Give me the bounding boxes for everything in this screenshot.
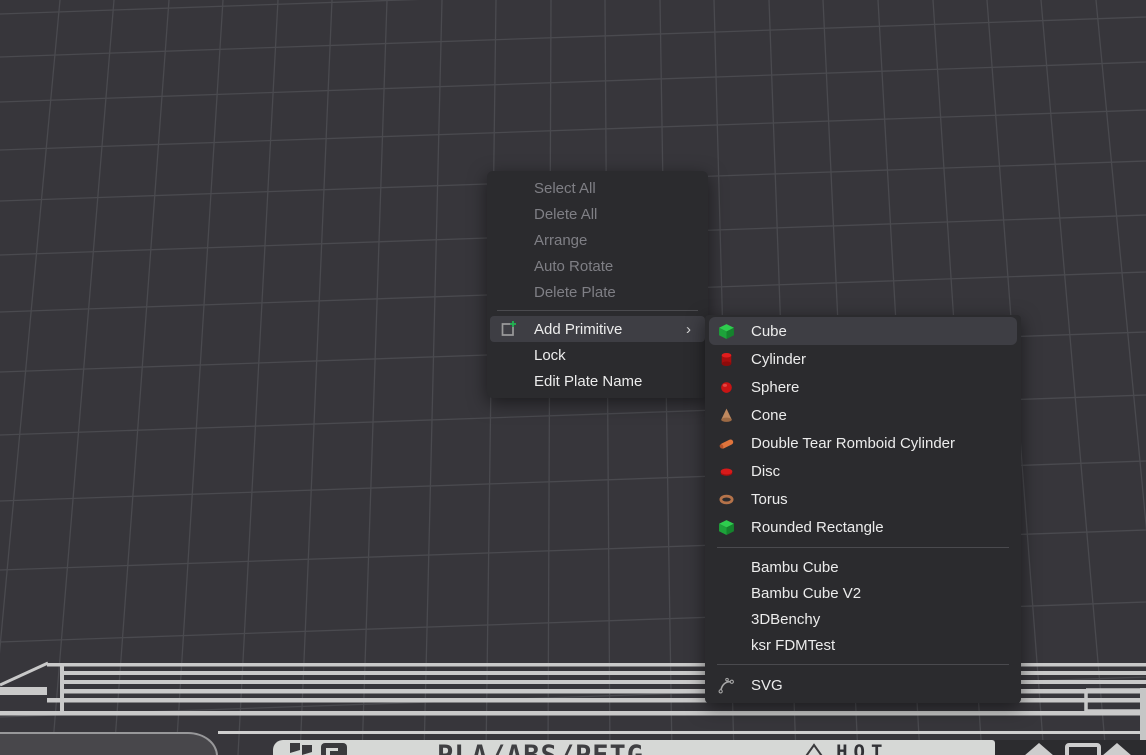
cone-icon: [718, 407, 735, 424]
submenu-item-cube[interactable]: Cube: [709, 317, 1017, 345]
submenu-item-rounded-rectangle[interactable]: Rounded Rectangle: [709, 513, 1017, 541]
submenu-separator: [717, 664, 1009, 665]
add-primitive-icon: [498, 320, 517, 339]
menu-separator: [497, 310, 698, 311]
add-primitive-submenu: Cube Cylinder Sphere Cone Do: [705, 315, 1021, 703]
plate-front-edge-line: [218, 731, 1146, 734]
menu-item-edit-plate-name[interactable]: Edit Plate Name: [490, 368, 705, 394]
submenu-item-bambu-cube[interactable]: Bambu Cube: [709, 554, 1017, 580]
sphere-icon: [718, 379, 735, 396]
submenu-item-double-tear-romboid-cylinder[interactable]: Double Tear Romboid Cylinder: [709, 429, 1017, 457]
submenu-item-torus[interactable]: Torus: [709, 485, 1017, 513]
menu-item-add-primitive[interactable]: Add Primitive ›: [490, 316, 705, 342]
menu-item-lock[interactable]: Lock: [490, 342, 705, 368]
menu-item-auto-rotate[interactable]: Auto Rotate: [490, 253, 705, 279]
submenu-separator: [717, 547, 1009, 548]
plate-front-tab: [0, 732, 218, 755]
plate-front-label-bar: PLA/ABS/PETG HOT: [273, 740, 995, 755]
viewport-3d[interactable]: PLA/ABS/PETG HOT Select All Delete All A…: [0, 0, 1146, 755]
cylinder-icon: [718, 351, 735, 368]
plate-front-dark-segment: [995, 740, 1146, 755]
submenu-item-svg[interactable]: SVG: [709, 671, 1017, 699]
arrow-up-icon: [1025, 743, 1053, 755]
hot-warning-icon: [802, 743, 826, 755]
submenu-item-3dbenchy[interactable]: 3DBenchy: [709, 606, 1017, 632]
menu-item-arrange[interactable]: Arrange: [490, 227, 705, 253]
menu-item-delete-plate[interactable]: Delete Plate: [490, 279, 705, 305]
menu-item-select-all[interactable]: Select All: [490, 175, 705, 201]
arrow-up-icon: [1103, 743, 1131, 755]
submenu-item-ksr-fdmtest[interactable]: ksr FDMTest: [709, 632, 1017, 658]
cube-icon: [718, 323, 735, 340]
rounded-rectangle-icon: [718, 519, 735, 536]
plate-hot-warning-label: HOT: [836, 743, 888, 755]
disc-icon: [718, 463, 735, 480]
plate-surface-type-label: PLA/ABS/PETG: [437, 742, 644, 755]
submenu-item-cylinder[interactable]: Cylinder: [709, 345, 1017, 373]
double-tear-romboid-cylinder-icon: [718, 435, 735, 452]
submenu-arrow-icon: ›: [686, 322, 695, 337]
torus-icon: [718, 491, 735, 508]
submenu-item-cone[interactable]: Cone: [709, 401, 1017, 429]
submenu-item-disc[interactable]: Disc: [709, 457, 1017, 485]
bambu-logo: [289, 742, 353, 755]
submenu-item-sphere[interactable]: Sphere: [709, 373, 1017, 401]
submenu-item-bambu-cube-v2[interactable]: Bambu Cube V2: [709, 580, 1017, 606]
bezier-curve-icon: [718, 677, 735, 694]
square-outline-icon: [1065, 743, 1101, 755]
plate-context-menu: Select All Delete All Arrange Auto Rotat…: [487, 171, 708, 398]
menu-item-delete-all[interactable]: Delete All: [490, 201, 705, 227]
